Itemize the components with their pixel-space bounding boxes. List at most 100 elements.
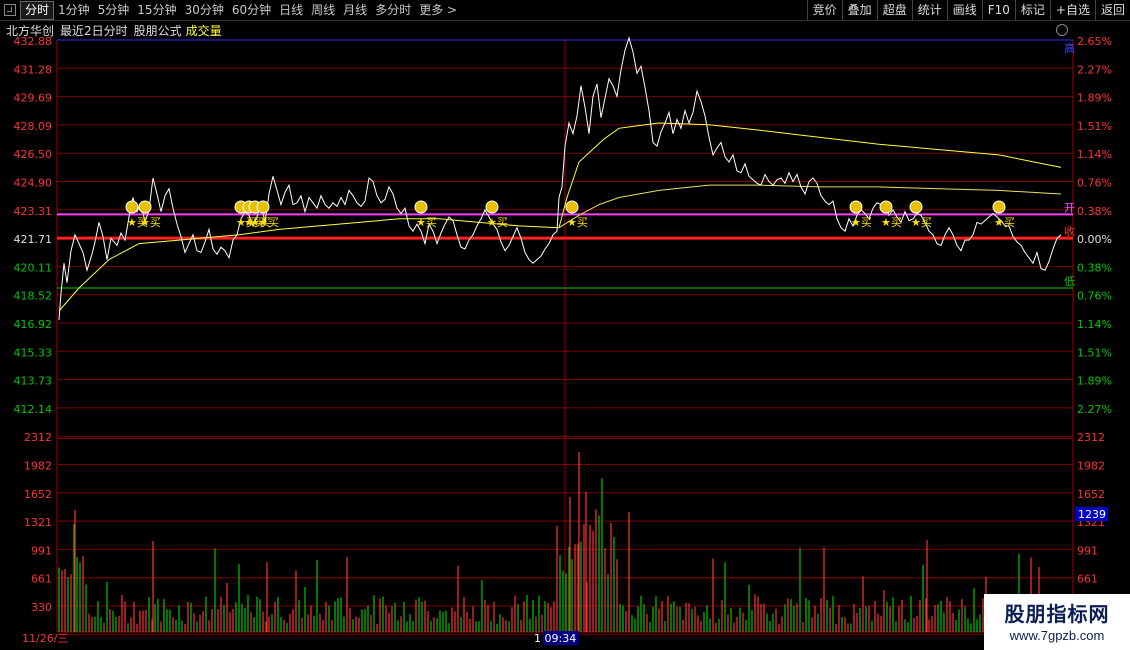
- formula-label[interactable]: 股朋公式: [134, 22, 182, 39]
- price-tick-label: 424.90: [14, 177, 53, 190]
- volume-label: 成交量: [185, 23, 222, 38]
- tab-9[interactable]: 多分时: [371, 0, 415, 20]
- toolbar-button-0[interactable]: 竞价: [806, 0, 842, 20]
- price-tick-label: 423.31: [14, 205, 53, 218]
- toolbar-button-3[interactable]: 统计: [911, 0, 947, 20]
- percent-tick-label: 1.14%: [1077, 318, 1112, 331]
- tab-10[interactable]: 更多 >: [415, 0, 461, 20]
- money-bag-icon: [242, 200, 256, 214]
- level-label: 低: [1064, 275, 1075, 288]
- volume-tick-label-right: 1321: [1077, 516, 1105, 529]
- money-bag-icon: [565, 200, 579, 214]
- tab-7[interactable]: 周线: [307, 0, 339, 20]
- money-bag-icon: [849, 200, 863, 214]
- volume-tick-label-right: 661: [1077, 573, 1098, 586]
- chart-info-bar: 北方华创 最近2日分时 股朋公式 成交量: [0, 21, 222, 39]
- buy-signal-label: ★买: [236, 216, 257, 229]
- toolbar-button-8[interactable]: 返回: [1094, 0, 1130, 20]
- tab-8[interactable]: 月线: [339, 0, 371, 20]
- price-tick-label: 418.52: [14, 290, 53, 303]
- buy-signal-label: ★买: [416, 216, 437, 229]
- price-tick-label: 412.14: [14, 403, 53, 416]
- tab-3[interactable]: 15分钟: [133, 0, 180, 20]
- percent-tick-label: 0.38%: [1077, 205, 1112, 218]
- price-tick-label: 431.28: [14, 63, 53, 76]
- signal-marker: ★买: [414, 200, 437, 229]
- current-volume-box: [1075, 507, 1108, 521]
- buy-signal-label: ★买: [994, 216, 1015, 229]
- tab-1[interactable]: 1分钟: [54, 0, 94, 20]
- tab-0[interactable]: 分时: [20, 0, 55, 20]
- volume-tick-label: 1982: [24, 460, 52, 473]
- price-tick-label: 428.09: [14, 120, 53, 133]
- buy-signal-label: ★买: [140, 216, 161, 229]
- signal-marker: ★买: [248, 200, 271, 229]
- money-bag-icon: [138, 200, 152, 214]
- watermark: 股朋指标网 www.7gpzb.com: [984, 594, 1130, 650]
- toolbar-buttons: 竞价 叠加 超盘 统计 画线 F10 标记 +自选 返回: [806, 0, 1130, 20]
- percent-tick-label: 1.51%: [1077, 346, 1112, 359]
- money-bag-icon: [485, 200, 499, 214]
- stock-name[interactable]: 北方华创: [6, 22, 54, 39]
- watermark-title: 股朋指标网: [1004, 602, 1110, 626]
- signal-marker: ★买: [125, 200, 148, 229]
- percent-tick-label: 0.00%: [1077, 233, 1112, 246]
- signal-marker: ★买: [992, 200, 1015, 229]
- percent-tick-label: 2.27%: [1077, 63, 1112, 76]
- toolbar-button-2[interactable]: 超盘: [876, 0, 912, 20]
- money-bag-icon: [234, 200, 248, 214]
- toolbar-button-6[interactable]: 标记: [1014, 0, 1050, 20]
- volume-tick-label: 991: [31, 544, 52, 557]
- average-price-line-2: [558, 184, 1062, 229]
- percent-tick-label: 2.27%: [1077, 403, 1112, 416]
- percent-tick-label: 1.89%: [1077, 375, 1112, 388]
- signal-marker: ★买: [234, 200, 257, 229]
- buy-signal-label: ★买: [127, 216, 148, 229]
- price-tick-label: 429.69: [14, 92, 53, 105]
- toolbar-button-5[interactable]: F10: [981, 0, 1015, 20]
- price-tick-label: 420.11: [14, 261, 53, 274]
- buy-signal-label: ★买: [911, 216, 932, 229]
- close-icon[interactable]: [1056, 24, 1068, 36]
- toolbar: 分时 1分钟 5分钟 15分钟 30分钟 60分钟 日线 周线 月线 多分时 更多 > 竞价 叠加 超盘…: [0, 0, 1130, 21]
- percent-tick-label: 0.76%: [1077, 177, 1112, 190]
- price-tick-label: 415.33: [14, 346, 53, 359]
- tab-6[interactable]: 日线: [275, 0, 307, 20]
- toolbar-button-7[interactable]: +自选: [1049, 0, 1095, 20]
- period-tabs: 分时 1分钟 5分钟 15分钟 30分钟 60分钟 日线 周线 月线 多分时 更多 >: [20, 0, 461, 20]
- buy-signal-label: ★买: [487, 216, 508, 229]
- volume-tick-label: 1321: [24, 516, 52, 529]
- intraday-chart: 432.88431.28429.69428.09426.50424.90423.…: [14, 35, 1112, 645]
- percent-tick-label: 1.89%: [1077, 92, 1112, 105]
- date-label: 11/26/三: [22, 632, 68, 645]
- percent-tick-label: 1.51%: [1077, 120, 1112, 133]
- level-label: 开: [1064, 201, 1075, 214]
- tab-4[interactable]: 30分钟: [181, 0, 228, 20]
- percent-tick-label: 1.14%: [1077, 148, 1112, 161]
- money-bag-icon: [879, 200, 893, 214]
- volume-tick-label: 330: [31, 601, 52, 614]
- money-bag-icon: [256, 200, 270, 214]
- volume-tick-label-right: 991: [1077, 544, 1098, 557]
- crosshair-time: 1 09:34: [534, 632, 576, 645]
- volume-tick-label-right: 1982: [1077, 460, 1105, 473]
- toolbar-button-1[interactable]: 叠加: [841, 0, 877, 20]
- buy-signal-label: ★买: [244, 216, 265, 229]
- price-tick-label: 413.73: [14, 375, 53, 388]
- signal-marker: ★买: [256, 200, 279, 229]
- crosshair-time-box: [543, 631, 579, 645]
- signal-marker: ★买: [138, 200, 161, 229]
- price-tick-label: 421.71: [14, 233, 53, 246]
- tab-5[interactable]: 60分钟: [228, 0, 275, 20]
- percent-tick-label: 0.38%: [1077, 261, 1112, 274]
- signal-marker: ★买: [849, 200, 872, 229]
- toolbar-button-4[interactable]: 画线: [946, 0, 982, 20]
- menu-icon[interactable]: [4, 4, 16, 16]
- buy-signal-label: ★买: [881, 216, 902, 229]
- price-line: [58, 36, 1062, 320]
- volume-tick-label-right: 1652: [1077, 488, 1105, 501]
- buy-signal-label: ★买: [258, 216, 279, 229]
- price-tick-label: 416.92: [14, 318, 53, 331]
- buy-signal-label: ★买: [250, 216, 271, 229]
- tab-2[interactable]: 5分钟: [94, 0, 134, 20]
